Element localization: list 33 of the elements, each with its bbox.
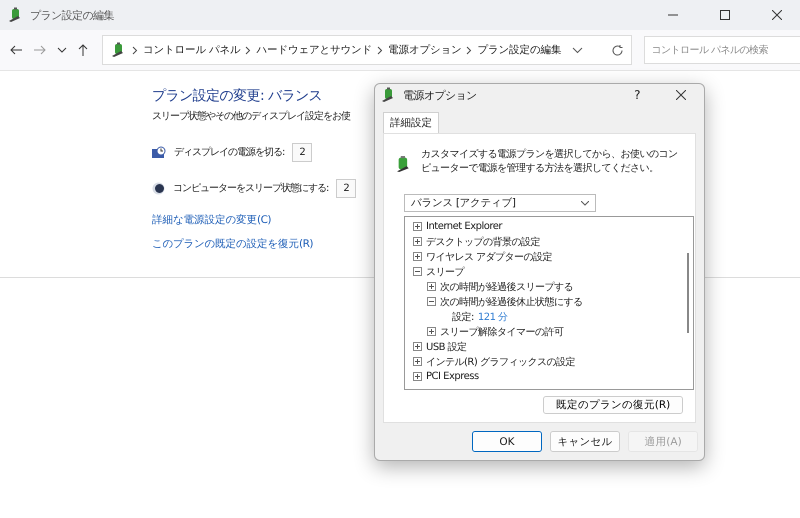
setting-label: コンピューターをスリープ状態にする: <box>173 182 328 195</box>
tree-item[interactable]: PCI Express <box>426 371 479 382</box>
dialog-description: カスタマイズする電源プランを選択してから、お使いのコンピューターで電源を管理する方法を選択してください。 <box>420 148 678 176</box>
dialog-button[interactable]: キャンセル <box>550 431 620 452</box>
page-heading: プラン設定の変更: バランス <box>152 87 322 105</box>
breadcrumb[interactable]: 電源オプション <box>388 43 462 57</box>
help-button[interactable]: ? <box>622 88 652 102</box>
breadcrumb[interactable]: コントロール パネル <box>143 43 240 57</box>
tree-item[interactable]: USB 設定 <box>426 340 467 354</box>
time-dropdown[interactable]: 2 <box>336 178 356 198</box>
setting-label: ディスプレイの電源を切る: <box>174 146 284 159</box>
breadcrumb[interactable]: ハードウェアとサウンド <box>256 43 372 57</box>
tree-item[interactable]: ワイヤレス アダプターの設定 <box>426 250 552 264</box>
tree-item[interactable]: 次の時間が経過後スリープする <box>440 280 573 294</box>
restore-plan-button[interactable]: 既定のプランの復元(R) <box>543 396 683 414</box>
tree-item[interactable]: スリープ解除タイマーの許可 <box>440 324 564 338</box>
dialog-button[interactable]: OK <box>472 431 542 452</box>
setting-value[interactable]: 121 分 <box>478 310 508 324</box>
tree-item[interactable]: Internet Explorer <box>426 221 502 232</box>
search-field[interactable]: コントロール パネルの検索 <box>644 36 800 64</box>
window-title: プラン設定の編集 <box>30 8 115 22</box>
description: スリープ状態やその他のディスプレイ設定をお使 <box>152 110 350 123</box>
tree-item[interactable]: デスクトップの背景の設定 <box>426 234 540 248</box>
time-dropdown[interactable]: 2 <box>292 142 312 162</box>
tree-item[interactable]: 次の時間が経過後休止状態にする <box>440 294 582 308</box>
tree-item[interactable]: インテル(R) グラフィックスの設定 <box>426 354 575 368</box>
setting-label: 設定: <box>452 310 474 324</box>
breadcrumb[interactable]: プラン設定の編集 <box>477 43 562 57</box>
plan-dropdown[interactable]: バランス [アクティブ] <box>404 194 596 212</box>
tab[interactable]: 詳細設定 <box>383 112 439 133</box>
tree-item[interactable]: スリープ <box>426 264 464 278</box>
address-bar[interactable]: コントロール パネル ハードウェアとサウンド 電源オプション プラン設定の編集 <box>102 35 632 65</box>
dialog-title: 電源オプション <box>403 88 478 102</box>
